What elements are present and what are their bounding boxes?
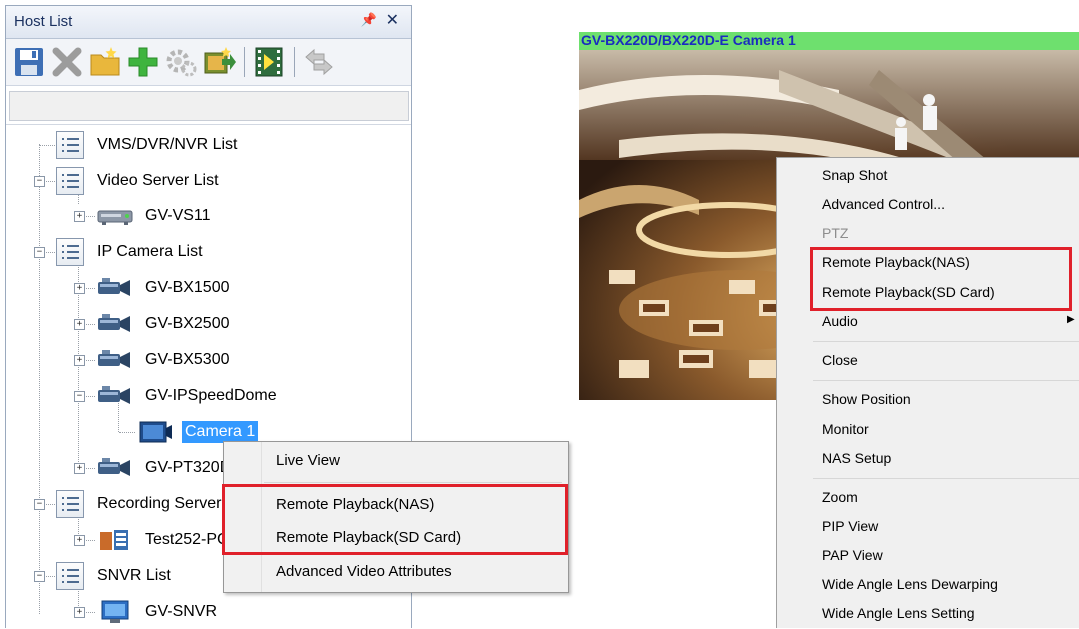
monitor-icon — [101, 600, 129, 623]
collapse-icon[interactable]: − — [34, 499, 45, 510]
menu-item-show-position[interactable]: Show Position — [822, 391, 911, 407]
collapse-icon[interactable]: − — [34, 571, 45, 582]
tree-item-label: IP Camera List — [97, 243, 203, 260]
tree-item-vms[interactable]: VMS/DVR/NVR List — [56, 131, 240, 159]
menu-item-advanced-video-attributes[interactable]: Advanced Video Attributes — [276, 563, 452, 580]
tree-item-snvr[interactable]: SNVR List — [56, 562, 174, 590]
collapse-icon[interactable]: − — [74, 391, 85, 402]
tree-item-label: SNVR List — [97, 567, 171, 584]
camera-context-menu: Snap Shot Advanced Control... PTZ Remote… — [776, 157, 1079, 628]
tree-guide-line — [39, 144, 40, 614]
menu-item-zoom[interactable]: Zoom — [822, 489, 858, 505]
panel-title: Host List — [14, 13, 73, 30]
tree-item-label: GV-PT320D — [145, 459, 232, 476]
list-icon — [56, 131, 84, 159]
list-icon — [56, 490, 84, 518]
menu-item-audio[interactable]: Audio — [822, 313, 858, 329]
tree-item-ip-camera[interactable]: IP Camera List — [56, 238, 206, 266]
menu-item-ptz: PTZ — [822, 225, 849, 241]
toolbar-separator — [294, 47, 295, 77]
tree-item-gv-snvr[interactable]: GV-SNVR — [96, 599, 220, 625]
menu-item-monitor[interactable]: Monitor — [822, 421, 869, 437]
expand-icon[interactable]: + — [74, 463, 85, 474]
list-icon — [56, 238, 84, 266]
menu-item-wide-angle-lens-setting[interactable]: Wide Angle Lens Setting — [822, 605, 975, 621]
expand-icon[interactable]: + — [74, 283, 85, 294]
save-icon[interactable] — [12, 45, 46, 79]
menu-item-close[interactable]: Close — [822, 352, 858, 368]
ip-camera-icon — [98, 386, 130, 404]
settings-icon[interactable] — [164, 45, 198, 79]
tree-item-gv-vs11[interactable]: GV-VS11 — [96, 203, 214, 229]
submenu-arrow-icon: ▶ — [1067, 314, 1075, 325]
expand-icon[interactable]: + — [74, 211, 85, 222]
expand-icon[interactable]: + — [74, 607, 85, 618]
tree-connector — [119, 432, 135, 433]
tree-item-label: GV-BX1500 — [145, 279, 230, 296]
delete-icon[interactable] — [50, 45, 84, 79]
tree-item-label: VMS/DVR/NVR List — [97, 136, 238, 153]
menu-separator — [813, 380, 1079, 381]
tree-item-label: GV-VS11 — [145, 207, 211, 224]
recording-server-icon — [100, 530, 128, 550]
camera-title: GV-BX220D/BX220D-E Camera 1 — [581, 32, 796, 48]
tree-item-label: GV-BX2500 — [145, 315, 230, 332]
tree-item-gv-bx1500[interactable]: GV-BX1500 — [96, 275, 233, 301]
tree-item-gv-bx2500[interactable]: GV-BX2500 — [96, 311, 233, 337]
pin-icon[interactable]: 📌 — [361, 12, 377, 28]
toolbar-separator — [244, 47, 245, 77]
camera-title-bar: GV-BX220D/BX220D-E Camera 1 — [579, 32, 1079, 50]
tree-item-label: GV-BX5300 — [145, 351, 230, 368]
expand-icon[interactable]: + — [74, 355, 85, 366]
tree-connector — [39, 145, 55, 146]
camera-channel-icon — [139, 421, 172, 443]
highlight-box — [222, 484, 568, 555]
tree-item-test252[interactable]: Test252-PC — [96, 527, 232, 553]
menu-separator — [813, 478, 1079, 479]
close-icon[interactable]: ✕ — [386, 10, 399, 30]
menu-item-nas-setup[interactable]: NAS Setup — [822, 450, 891, 466]
menu-item-live-view[interactable]: Live View — [276, 452, 340, 469]
playback-icon[interactable] — [252, 45, 286, 79]
collapse-icon[interactable]: − — [34, 176, 45, 187]
collapse-icon[interactable]: − — [34, 247, 45, 258]
menu-icon-gutter — [777, 158, 809, 628]
tree-item-gv-ipspeeddome[interactable]: GV-IPSpeedDome — [96, 383, 280, 409]
tree-item-label: GV-SNVR — [145, 603, 218, 620]
menu-item-pap-view[interactable]: PAP View — [822, 547, 883, 563]
menu-separator — [264, 482, 562, 483]
ip-camera-icon — [98, 458, 130, 476]
tree-item-gv-pt320d[interactable]: GV-PT320D — [96, 455, 234, 481]
new-folder-icon[interactable] — [88, 45, 122, 79]
panel-header: Host List 📌 ✕ — [6, 6, 411, 39]
menu-item-snap-shot[interactable]: Snap Shot — [822, 167, 887, 183]
add-icon[interactable] — [126, 45, 160, 79]
ip-camera-icon — [98, 350, 130, 368]
ip-camera-icon — [98, 314, 130, 332]
tree-item-video-server[interactable]: Video Server List — [56, 167, 222, 195]
list-icon — [56, 167, 84, 195]
menu-item-pip-view[interactable]: PIP View — [822, 518, 878, 534]
tree-item-label: Camera 1 — [182, 421, 259, 443]
menu-item-advanced-control[interactable]: Advanced Control... — [822, 196, 945, 212]
ip-camera-icon — [98, 278, 130, 296]
move-icon[interactable] — [302, 45, 336, 79]
highlight-box — [810, 247, 1072, 311]
toolbar — [6, 39, 411, 86]
filter-input[interactable] — [9, 91, 409, 121]
tree-item-label: Video Server List — [97, 172, 219, 189]
tree-item-label: Test252-PC — [145, 531, 229, 548]
filter-bar — [6, 86, 411, 125]
import-icon[interactable] — [202, 45, 236, 79]
menu-item-wide-angle-lens-dewarping[interactable]: Wide Angle Lens Dewarping — [822, 576, 998, 592]
menu-separator — [813, 341, 1079, 342]
expand-icon[interactable]: + — [74, 535, 85, 546]
tree-item-gv-bx5300[interactable]: GV-BX5300 — [96, 347, 233, 373]
video-server-icon — [97, 210, 133, 225]
tree-item-label: GV-IPSpeedDome — [145, 387, 277, 404]
expand-icon[interactable]: + — [74, 319, 85, 330]
list-icon — [56, 562, 84, 590]
